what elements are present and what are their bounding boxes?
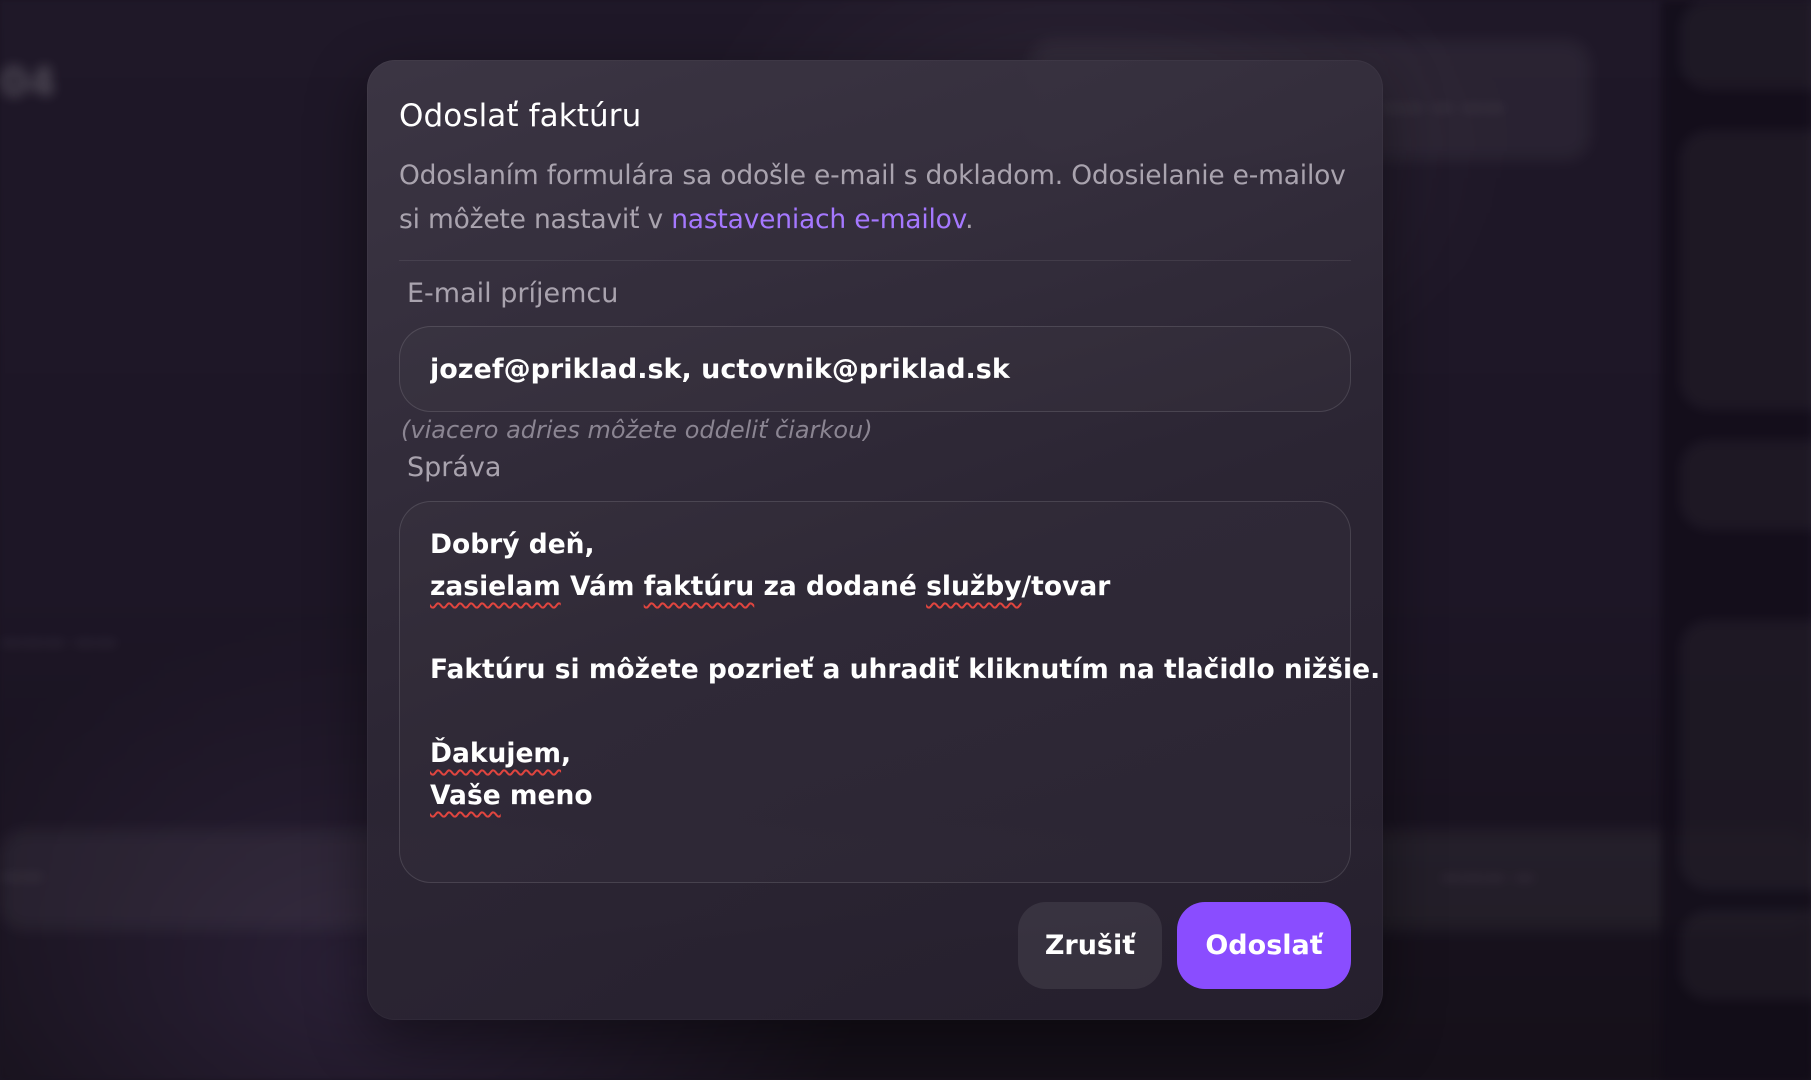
message-label: Správa bbox=[407, 452, 502, 483]
background-blur-block bbox=[1680, 0, 1811, 90]
description-text-end: . bbox=[965, 204, 974, 235]
message-line: Ďakujem, bbox=[430, 737, 572, 769]
divider bbox=[399, 260, 1351, 261]
background-blur-text: 04 bbox=[0, 60, 56, 106]
send-button[interactable]: Odoslať bbox=[1177, 902, 1351, 989]
spellcheck-word: faktúru bbox=[643, 570, 755, 602]
spellcheck-word: Vaše bbox=[430, 779, 501, 811]
message-line: zasielam Vám faktúru za dodané služby/to… bbox=[430, 570, 1111, 602]
email-hint: (viacero adries môžete oddeliť čiarkou) bbox=[401, 416, 873, 444]
message-line: Vaše meno bbox=[430, 779, 593, 811]
send-invoice-dialog: Odoslať faktúru Odoslaním formulára sa o… bbox=[367, 60, 1383, 1020]
background-blur-block bbox=[1680, 440, 1811, 530]
spellcheck-word: zasielam bbox=[430, 570, 561, 602]
background-blur-block bbox=[1680, 910, 1811, 1000]
recipient-email-input[interactable] bbox=[399, 326, 1351, 412]
background-blur-text: ——— —— bbox=[0, 630, 118, 655]
background-blur-block bbox=[1680, 130, 1811, 410]
spellcheck-word: Ďakujem bbox=[430, 737, 562, 769]
cancel-button[interactable]: Zrušiť bbox=[1018, 902, 1162, 989]
message-line bbox=[430, 608, 1320, 650]
message-line bbox=[430, 691, 1320, 733]
message-line: Dobrý deň, bbox=[430, 529, 595, 560]
background-blur-text: —— — —— bbox=[1380, 95, 1506, 120]
background-blur-block bbox=[1680, 620, 1811, 890]
dialog-title: Odoslať faktúru bbox=[399, 98, 642, 134]
message-textarea[interactable]: Dobrý deň, zasielam Vám faktúru za dodan… bbox=[399, 501, 1381, 883]
spellcheck-word: služby bbox=[926, 570, 1022, 602]
email-label: E-mail príjemcu bbox=[407, 278, 619, 309]
dialog-description: Odoslaním formulára sa odošle e-mail s d… bbox=[399, 154, 1359, 242]
email-settings-link[interactable]: nastaveniach e-mailov bbox=[671, 204, 965, 235]
message-line: Faktúru si môžete pozrieť a uhradiť klik… bbox=[430, 654, 1381, 686]
